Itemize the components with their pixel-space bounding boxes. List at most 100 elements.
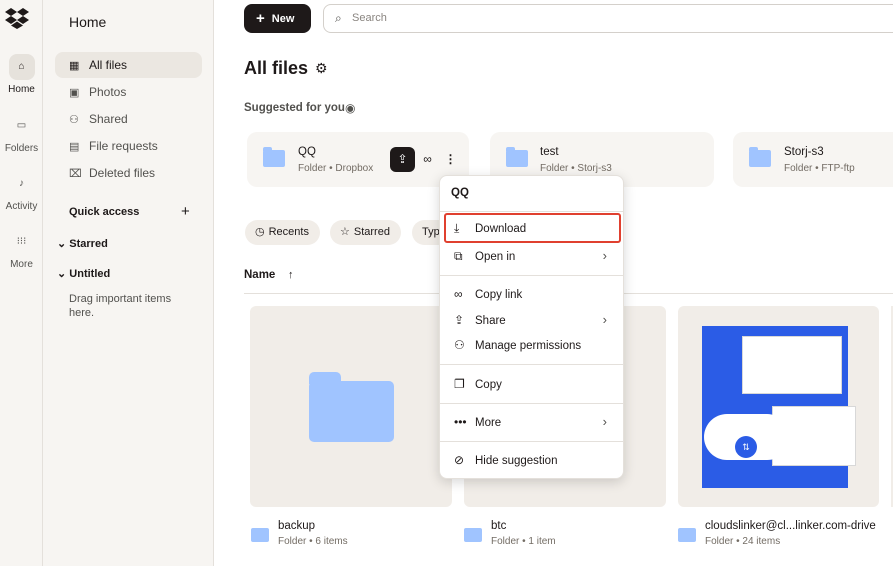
menu-item-copy[interactable]: ❐ Copy bbox=[444, 372, 621, 396]
search-placeholder: Search bbox=[352, 12, 387, 24]
page-title: All files bbox=[244, 58, 309, 78]
file-tile-cloudslinker[interactable]: ⇅ bbox=[678, 306, 879, 507]
menu-divider bbox=[440, 441, 623, 442]
plus-icon: + bbox=[256, 10, 265, 27]
menu-divider bbox=[440, 364, 623, 365]
menu-divider bbox=[440, 275, 623, 276]
context-menu: QQ ⤓ Download ⧉ Open in › ∞ Copy link ⇪ Share… bbox=[439, 175, 624, 479]
new-button[interactable]: + New bbox=[244, 4, 311, 33]
chevron-right-icon: › bbox=[602, 414, 607, 429]
sidebar-item-all-files[interactable]: ▦ All files bbox=[55, 52, 202, 78]
sidebar-item-file-requests[interactable]: ▤ File requests bbox=[55, 133, 202, 159]
drag-hint: Drag important items here. bbox=[69, 293, 172, 319]
rail-label-activity: Activity bbox=[5, 201, 38, 212]
suggestion-name: Storj-s3 bbox=[784, 146, 824, 158]
sidebar-item-photos[interactable]: ▣ Photos bbox=[55, 79, 202, 105]
folder-icon bbox=[263, 147, 285, 167]
copy-icon: ❐ bbox=[454, 377, 465, 391]
rail-item-activity[interactable]: ♪ Activity bbox=[0, 171, 43, 212]
file-tile-backup[interactable] bbox=[250, 306, 452, 507]
trash-icon: ⌧ bbox=[69, 168, 82, 180]
menu-item-label: Copy link bbox=[475, 289, 523, 301]
folder-icon bbox=[506, 147, 528, 167]
home-icon: ⌂ bbox=[8, 54, 35, 80]
sidebar-item-label: Deleted files bbox=[89, 166, 156, 180]
rail-label-more: More bbox=[10, 259, 33, 270]
file-requests-icon: ▤ bbox=[69, 141, 80, 153]
folders-icon: ▭ bbox=[16, 120, 27, 131]
file-name: btc bbox=[491, 520, 507, 532]
file-sub: Folder • 1 item bbox=[491, 536, 556, 547]
suggestion-name: QQ bbox=[298, 146, 316, 158]
sidebar-title: Home bbox=[69, 14, 107, 30]
chip-starred[interactable]: ☆ Starred bbox=[330, 220, 401, 245]
grid-icon: ⁝⁝⁝ bbox=[16, 236, 27, 247]
sidebar-item-shared[interactable]: ⚇ Shared bbox=[55, 106, 202, 132]
open-in-icon: ⧉ bbox=[454, 249, 463, 263]
star-icon: ☆ bbox=[340, 226, 350, 238]
starred-section-toggle[interactable]: ⌄ Starred bbox=[57, 237, 108, 250]
hide-icon: ⊘ bbox=[454, 453, 465, 467]
untitled-section-toggle[interactable]: ⌄ Untitled bbox=[57, 267, 110, 280]
share-icon: ⇪ bbox=[454, 313, 465, 327]
permissions-icon: ⚇ bbox=[454, 338, 465, 352]
sidebar-item-label: Photos bbox=[89, 85, 127, 99]
search-input[interactable]: ⌕ Search bbox=[323, 4, 893, 33]
rail-item-home[interactable]: ⌂ Home bbox=[0, 54, 43, 95]
menu-item-manage-permissions[interactable]: ⚇ Manage permissions bbox=[444, 333, 621, 357]
suggestion-card-storj[interactable]: Storj-s3 Folder • FTP-ftp bbox=[733, 132, 893, 187]
dropbox-logo-icon[interactable] bbox=[5, 7, 29, 29]
share-icon[interactable]: ⇪ bbox=[390, 147, 415, 172]
file-name: backup bbox=[278, 520, 316, 532]
menu-item-open-in[interactable]: ⧉ Open in › bbox=[444, 244, 621, 268]
menu-divider bbox=[440, 403, 623, 404]
quick-access-heading: Quick access bbox=[69, 206, 140, 218]
menu-item-label: Open in bbox=[475, 251, 516, 263]
menu-item-label: Share bbox=[475, 315, 506, 327]
add-quick-access-icon[interactable]: + bbox=[181, 203, 190, 220]
nav-rail: ⌂ Home ▭ Folders ♪ Activity ⁝⁝⁝ More bbox=[0, 0, 43, 566]
rail-label-home: Home bbox=[8, 84, 35, 95]
folder-icon bbox=[464, 528, 482, 542]
menu-item-hide-suggestion[interactable]: ⊘ Hide suggestion bbox=[444, 448, 621, 472]
menu-divider bbox=[440, 211, 623, 212]
chip-label: Recents bbox=[268, 226, 309, 238]
sidebar: Home ▦ All files ▣ Photos ⚇ Shared ▤ File re… bbox=[43, 0, 214, 566]
menu-item-label: Hide suggestion bbox=[475, 455, 558, 467]
folder-icon bbox=[309, 372, 394, 442]
menu-item-share[interactable]: ⇪ Share › bbox=[444, 308, 621, 332]
menu-item-download[interactable]: ⤓ Download bbox=[444, 213, 621, 243]
chip-label: Typ bbox=[422, 226, 440, 238]
folder-icon bbox=[749, 147, 771, 167]
rail-item-folders[interactable]: ▭ Folders bbox=[0, 113, 43, 154]
suggested-heading: Suggested for you bbox=[244, 102, 345, 114]
suggestion-name: test bbox=[540, 146, 559, 158]
rail-item-more[interactable]: ⁝⁝⁝ More bbox=[0, 229, 43, 270]
rail-label-folders: Folders bbox=[4, 143, 39, 154]
chevron-right-icon: › bbox=[602, 248, 607, 263]
folder-icon bbox=[678, 528, 696, 542]
chip-type[interactable]: Typ bbox=[412, 220, 442, 245]
sync-icon: ⇅ bbox=[735, 436, 757, 458]
suggestion-sub: Folder • Dropbox bbox=[298, 163, 374, 174]
thumbnail-screenshot bbox=[742, 336, 842, 394]
bell-icon: ♪ bbox=[19, 178, 24, 189]
gear-icon[interactable]: ⚙ bbox=[315, 60, 328, 77]
more-vertical-icon[interactable]: ⋮ bbox=[438, 147, 463, 172]
sidebar-item-deleted-files[interactable]: ⌧ Deleted files bbox=[55, 160, 202, 186]
chip-recents[interactable]: ◷ Recents bbox=[245, 220, 320, 245]
eye-icon[interactable]: ◉ bbox=[345, 101, 355, 115]
new-button-label: New bbox=[271, 13, 295, 25]
suggestion-sub: Folder • FTP-ftp bbox=[784, 163, 855, 174]
folder-icon bbox=[251, 528, 269, 542]
search-icon: ⌕ bbox=[335, 11, 342, 25]
photos-icon: ▣ bbox=[69, 87, 80, 99]
chevron-right-icon: › bbox=[602, 312, 607, 327]
link-icon[interactable]: ∞ bbox=[415, 147, 440, 172]
sort-arrow-up-icon[interactable]: ↑ bbox=[288, 269, 294, 281]
menu-item-copy-link[interactable]: ∞ Copy link bbox=[444, 282, 621, 306]
column-header-name[interactable]: Name bbox=[244, 269, 275, 281]
menu-item-more[interactable]: ••• More › bbox=[444, 410, 621, 434]
clock-icon: ◷ bbox=[255, 226, 265, 238]
chip-label: Starred bbox=[353, 226, 390, 238]
